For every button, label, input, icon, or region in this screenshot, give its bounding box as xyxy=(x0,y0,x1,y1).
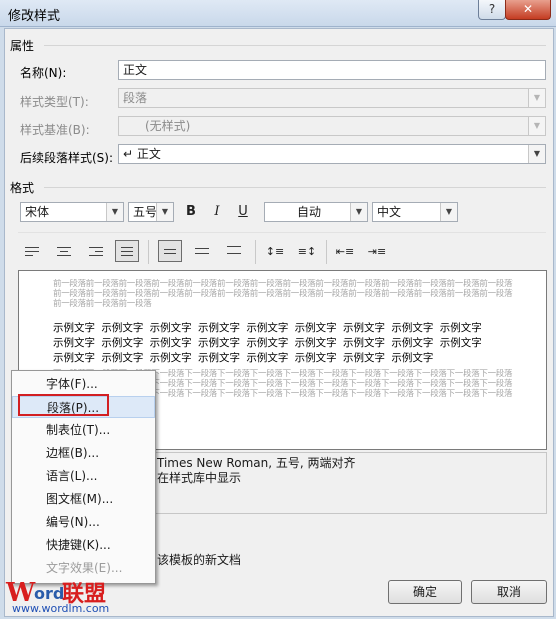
style-base-value: (无样式) xyxy=(145,119,191,133)
font-size-value: 五号 xyxy=(133,205,158,219)
one-half-spacing-icon[interactable] xyxy=(190,241,214,263)
chevron-down-icon: ▼ xyxy=(528,89,545,107)
divider xyxy=(18,232,546,233)
divider xyxy=(326,240,327,264)
chevron-down-icon: ▼ xyxy=(440,203,457,221)
chevron-down-icon: ▼ xyxy=(528,117,545,135)
next-style-value: ↵ 正文 xyxy=(123,147,161,161)
chevron-down-icon: ▼ xyxy=(156,203,173,221)
style-type-value: 段落 xyxy=(123,91,148,105)
sample-text: 示例文字 示例文字 示例文字 示例文字 示例文字 示例文字 示例文字 示例文字 … xyxy=(53,322,482,334)
font-color-value: 自动 xyxy=(297,205,322,219)
new-documents-option-label[interactable]: 该模板的新文档 xyxy=(157,551,241,568)
chevron-down-icon: ▼ xyxy=(106,203,123,221)
single-spacing-icon[interactable] xyxy=(158,240,182,262)
name-label: 名称(N): xyxy=(20,66,67,80)
divider xyxy=(44,45,546,46)
sample-text: 示例文字 示例文字 示例文字 示例文字 示例文字 示例文字 示例文字 示例文字 … xyxy=(53,337,482,349)
style-base-label: 样式基准(B): xyxy=(20,123,90,137)
font-size-select[interactable]: 五号 ▼ xyxy=(128,202,174,222)
bold-button[interactable]: B xyxy=(180,201,202,223)
chevron-down-icon: ▼ xyxy=(528,145,545,163)
space-after-icon[interactable]: ≡↕ xyxy=(296,241,318,263)
double-spacing-icon[interactable] xyxy=(222,241,246,263)
align-left-icon[interactable] xyxy=(20,241,44,263)
window-title: 修改样式 xyxy=(8,9,61,24)
cancel-button[interactable]: 取消 xyxy=(471,580,547,604)
title-bar xyxy=(0,0,556,27)
style-type-label: 样式类型(T): xyxy=(20,95,89,109)
next-style-select[interactable]: ↵ 正文 ▼ xyxy=(118,144,546,164)
menu-item-font[interactable]: 字体(F)... xyxy=(12,373,155,395)
decrease-indent-icon[interactable]: ⇤≡ xyxy=(334,241,356,263)
divider xyxy=(44,187,546,188)
chevron-down-icon: ▼ xyxy=(350,203,367,221)
format-section-title: 格式 xyxy=(10,181,35,195)
sample-text: 示例文字 示例文字 示例文字 示例文字 示例文字 示例文字 示例文字 示例文字 xyxy=(53,352,434,364)
menu-item-shortcut-key[interactable]: 快捷键(K)... xyxy=(12,534,155,556)
divider xyxy=(255,240,256,264)
space-before-icon[interactable]: ↕≡ xyxy=(264,241,286,263)
font-select[interactable]: 宋体 ▼ xyxy=(20,202,124,222)
description-line: 在样式库中显示 xyxy=(157,471,242,485)
menu-item-language[interactable]: 语言(L)... xyxy=(12,465,155,487)
italic-button[interactable]: I xyxy=(206,201,228,223)
watermark-logo: ord xyxy=(34,584,65,603)
divider xyxy=(148,240,149,264)
previous-paragraph-text: 前一段落前一段落前一段落前一段落前一段落前一段落前一段落前一段落前一段落前一段落… xyxy=(53,279,513,289)
justify-icon[interactable] xyxy=(115,240,139,262)
style-base-select[interactable]: (无样式) ▼ xyxy=(118,116,546,136)
align-center-icon[interactable] xyxy=(52,241,76,263)
properties-section-title: 属性 xyxy=(10,39,35,53)
font-value: 宋体 xyxy=(25,205,50,219)
menu-item-numbering[interactable]: 编号(N)... xyxy=(12,511,155,533)
menu-item-frame[interactable]: 图文框(M)... xyxy=(12,488,155,510)
underline-button[interactable]: U xyxy=(232,201,254,223)
align-right-icon[interactable] xyxy=(84,241,108,263)
close-button[interactable]: ✕ xyxy=(505,0,551,20)
menu-item-tabs[interactable]: 制表位(T)... xyxy=(12,419,155,441)
next-style-label: 后续段落样式(S): xyxy=(20,151,114,165)
style-type-select[interactable]: 段落 ▼ xyxy=(118,88,546,108)
watermark-url: www.wordlm.com xyxy=(12,602,110,615)
language-select[interactable]: 中文 ▼ xyxy=(372,202,458,222)
language-value: 中文 xyxy=(377,205,402,219)
highlight-outline xyxy=(18,394,109,416)
previous-paragraph-text: 前一段落前一段落前一段落前一段落前一段落前一段落前一段落前一段落前一段落前一段落… xyxy=(53,289,513,299)
help-button[interactable]: ? xyxy=(478,0,506,20)
increase-indent-icon[interactable]: ⇥≡ xyxy=(366,241,388,263)
font-color-select[interactable]: 自动 ▼ xyxy=(264,202,368,222)
menu-item-border[interactable]: 边框(B)... xyxy=(12,442,155,464)
ok-button[interactable]: 确定 xyxy=(388,580,462,604)
name-field[interactable]: 正文 xyxy=(118,60,546,80)
previous-paragraph-text: 前一段落前一段落前一段落 xyxy=(53,299,152,309)
